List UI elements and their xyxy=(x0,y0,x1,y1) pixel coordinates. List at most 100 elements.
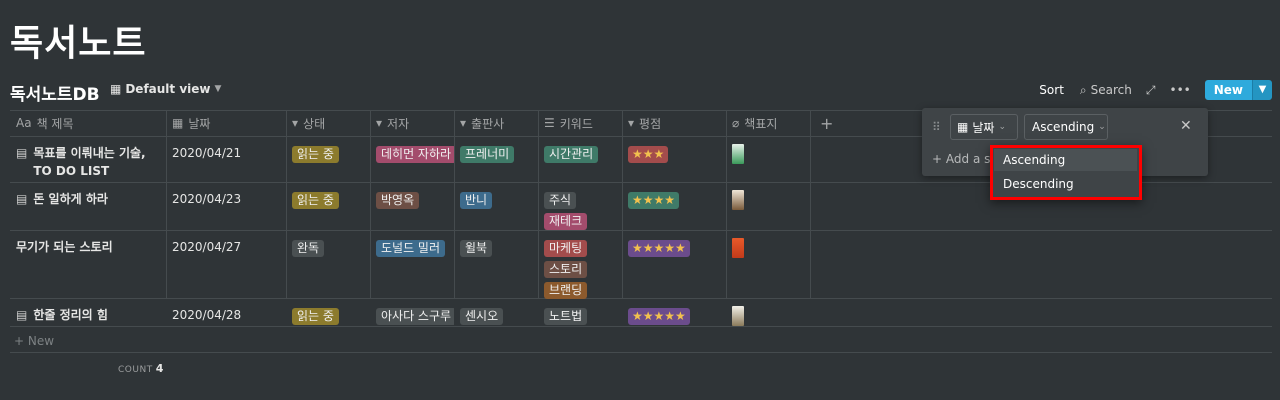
column-header-keywords[interactable]: ☰ 키워드 xyxy=(538,110,622,136)
table-row-author[interactable]: 데히먼 자하라 xyxy=(370,140,454,169)
table-row-status[interactable]: 읽는 중 xyxy=(286,302,345,331)
sort-property-select[interactable]: ▦ 날짜 ⌄ xyxy=(950,114,1018,140)
table-icon: ▦ xyxy=(110,82,122,96)
publisher-tag: 센시오 xyxy=(460,308,504,325)
close-icon[interactable]: ✕ xyxy=(1180,118,1192,134)
author-tag: 아사다 스구루 xyxy=(376,308,454,325)
table-row-title[interactable]: ▤ 돈 일하게 하라 xyxy=(10,184,166,214)
table-row-title[interactable]: 무기가 되는 스토리 xyxy=(10,232,166,262)
author-tag: 박영옥 xyxy=(376,192,420,209)
keyword-tag: 브랜딩 xyxy=(544,282,588,299)
status-badge: 완독 xyxy=(292,240,325,257)
add-sort-button[interactable]: + Add a s xyxy=(932,152,990,166)
table-row-keywords[interactable]: 노트법 xyxy=(538,302,593,331)
column-header-title[interactable]: Aa 책 제목 xyxy=(10,110,166,136)
table-row-publisher[interactable]: 반니 xyxy=(454,186,498,215)
column-header-rating[interactable]: ▾ 평점 xyxy=(622,110,726,136)
table-row-publisher[interactable]: 프레너미 xyxy=(454,140,520,169)
multi-select-icon: ☰ xyxy=(544,116,555,130)
search-label: Search xyxy=(1090,83,1132,97)
table-row-author[interactable]: 아사다 스구루 xyxy=(370,302,454,331)
author-tag: 도널드 밀러 xyxy=(376,240,446,257)
table-row-keywords[interactable]: 시간관리 xyxy=(538,140,604,169)
database-header: 독서노트DB ▦ Default view ▼ Sort ⌕ Search ⤢ … xyxy=(10,78,1272,105)
column-header-cover[interactable]: ⌀ 책표지 xyxy=(726,110,810,136)
page-icon: ▤ xyxy=(16,308,28,322)
table-row-cover[interactable] xyxy=(726,300,750,332)
table-row-date[interactable]: 2020/04/27 xyxy=(166,234,247,260)
table-row-date[interactable]: 2020/04/28 xyxy=(166,302,247,328)
text-property-icon: Aa xyxy=(16,116,32,130)
status-badge: 읽는 중 xyxy=(292,308,339,325)
option-ascending[interactable]: Ascending xyxy=(994,149,1137,171)
select-property-icon: ▾ xyxy=(460,116,467,130)
keyword-tag: 주식 xyxy=(544,192,577,209)
more-icon[interactable]: ••• xyxy=(1169,83,1190,97)
add-column-icon[interactable]: + xyxy=(814,110,844,136)
drag-handle-icon[interactable]: ⠿ xyxy=(932,120,941,134)
column-header-status[interactable]: ▾ 상태 xyxy=(286,110,370,136)
keyword-tag: 시간관리 xyxy=(544,146,599,163)
rating-stars: ★★★ xyxy=(628,146,669,163)
rating-stars: ★★★★★ xyxy=(628,240,690,257)
new-dropdown-icon[interactable]: ▼ xyxy=(1252,80,1272,100)
book-cover-image xyxy=(732,238,744,258)
select-property-icon: ▾ xyxy=(376,116,383,130)
page-icon: ▤ xyxy=(16,192,28,206)
calendar-icon: ▦ xyxy=(957,120,969,134)
sort-button[interactable]: Sort xyxy=(1039,83,1064,97)
select-property-icon: ▾ xyxy=(292,116,299,130)
table-row-publisher[interactable]: 센시오 xyxy=(454,302,509,331)
table-row-cover[interactable] xyxy=(726,184,750,216)
table-row-publisher[interactable]: 윌북 xyxy=(454,234,498,263)
plus-icon: + xyxy=(932,152,943,166)
keyword-tag: 노트법 xyxy=(544,308,588,325)
view-label: Default view xyxy=(125,82,211,96)
publisher-tag: 윌북 xyxy=(460,240,493,257)
keyword-tag: 스토리 xyxy=(544,261,588,278)
book-cover-image xyxy=(732,190,744,210)
new-button[interactable]: New xyxy=(1204,80,1252,100)
select-property-icon: ▾ xyxy=(628,116,635,130)
chevron-down-icon: ▼ xyxy=(214,84,222,94)
page-title: 독서노트 xyxy=(10,23,147,64)
table-row-title[interactable]: ▤ 목표를 이뤄내는 기술, TO DO LIST xyxy=(10,138,166,186)
search-icon: ⌕ xyxy=(1079,82,1087,97)
column-header-author[interactable]: ▾ 저자 xyxy=(370,110,454,136)
table-row-status[interactable]: 읽는 중 xyxy=(286,140,345,169)
table-row-author[interactable]: 도널드 밀러 xyxy=(370,234,451,263)
sort-direction-menu: Ascending Descending xyxy=(990,145,1142,200)
table-row-author[interactable]: 박영옥 xyxy=(370,186,425,215)
page-icon: ▤ xyxy=(16,146,28,160)
author-tag: 데히먼 자하라 xyxy=(376,146,454,163)
table-row-date[interactable]: 2020/04/23 xyxy=(166,186,247,212)
calendar-icon: ▦ xyxy=(172,116,184,130)
table-row-title[interactable]: ▤ 한줄 정리의 힘 xyxy=(10,300,166,330)
table-row-rating[interactable]: ★★★★ xyxy=(622,186,685,215)
status-badge: 읽는 중 xyxy=(292,192,339,209)
paperclip-icon: ⌀ xyxy=(732,116,740,130)
database-title[interactable]: 독서노트DB xyxy=(10,80,100,105)
table-row-rating[interactable]: ★★★★★ xyxy=(622,234,696,263)
row-count: COUNT 4 xyxy=(118,362,164,375)
add-row-button[interactable]: + New xyxy=(14,334,54,348)
table-row-status[interactable]: 완독 xyxy=(286,234,330,263)
expand-icon[interactable]: ⤢ xyxy=(1146,83,1156,98)
search-button[interactable]: ⌕ Search xyxy=(1080,83,1132,98)
table-row-status[interactable]: 읽는 중 xyxy=(286,186,345,215)
table-row-rating[interactable]: ★★★ xyxy=(622,140,674,169)
column-header-date[interactable]: ▦ 날짜 xyxy=(166,110,286,136)
table-row-cover[interactable] xyxy=(726,138,750,170)
plus-icon: + xyxy=(14,334,25,348)
table-row-rating[interactable]: ★★★★★ xyxy=(622,302,696,331)
keyword-tag: 마케팅 xyxy=(544,240,588,257)
table-row-cover[interactable] xyxy=(726,232,750,264)
view-switcher[interactable]: ▦ Default view ▼ xyxy=(110,82,221,96)
table-row-date[interactable]: 2020/04/21 xyxy=(166,140,247,166)
table-row-keywords[interactable]: 마케팅 스토리 브랜딩 xyxy=(538,234,593,305)
book-cover-image xyxy=(732,144,744,164)
table-row-keywords[interactable]: 주식 재테크 xyxy=(538,186,593,236)
column-header-publisher[interactable]: ▾ 출판사 xyxy=(454,110,538,136)
sort-direction-select[interactable]: Ascending ⌄ xyxy=(1024,114,1108,140)
option-descending[interactable]: Descending xyxy=(994,173,1137,195)
